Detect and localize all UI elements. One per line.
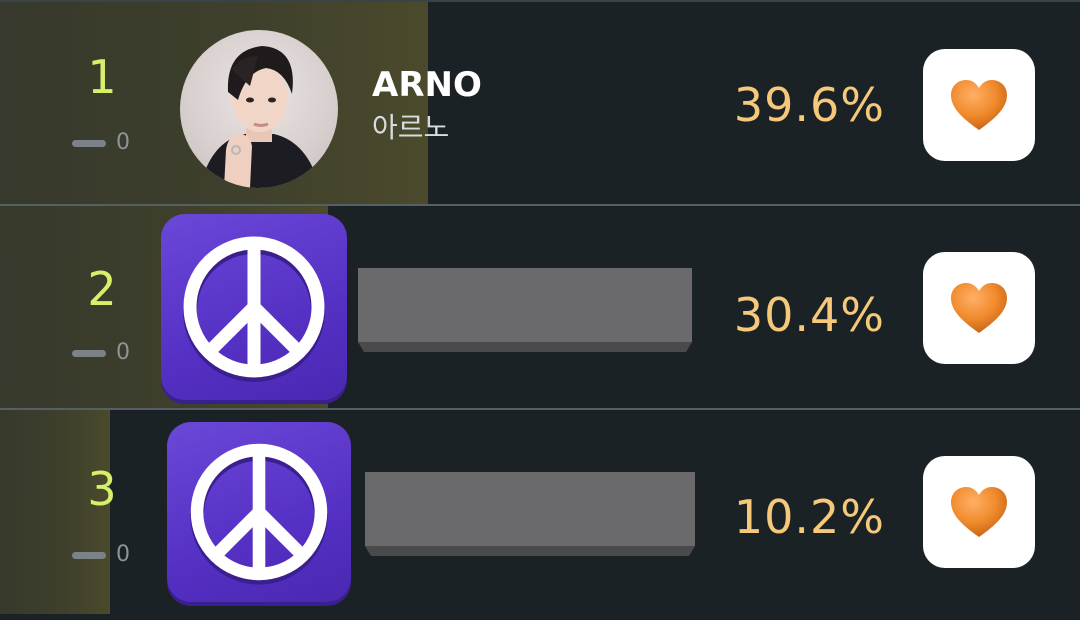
vote-heart-button[interactable] [923,252,1035,364]
rank-change-value: 0 [116,340,130,365]
rank-change: 0 [72,342,130,364]
no-change-dash-icon [72,551,106,559]
no-change-dash-icon [72,349,106,357]
avatar[interactable] [161,214,347,400]
rank-change: 0 [72,544,130,566]
avatar[interactable] [180,30,338,188]
candidate-name-korean: 아르노 [372,111,450,144]
no-change-dash-icon [72,139,106,147]
vote-percentage: 39.6% [733,78,885,132]
vote-percentage: 30.4% [733,288,885,342]
peace-icon [190,443,328,585]
vote-percentage: 10.2% [733,490,885,544]
heart-icon [951,80,1007,130]
rank-number: 3 [87,462,117,516]
candidate-name-block: ARNO 아르노 [372,68,482,142]
ranking-list: 1 0 ARNO 아르노 39.6% 2 0 30.4% 3 0 10.2% [0,0,1080,620]
rank-column: 2 0 [70,206,134,408]
ranking-row[interactable]: 1 0 ARNO 아르노 39.6% [0,2,1080,206]
rank-change-value: 0 [116,130,130,155]
ranking-row[interactable]: 3 0 10.2% [0,410,1080,614]
ranking-row[interactable]: 2 0 30.4% [0,206,1080,410]
vote-heart-button[interactable] [923,49,1035,161]
redacted-name-bar [356,268,694,352]
heart-icon [951,283,1007,333]
vote-heart-button[interactable] [923,456,1035,568]
rank-column: 3 0 [70,410,134,614]
redacted-name-bar [363,472,697,556]
avatar[interactable] [167,422,351,602]
rank-column: 1 0 [70,2,134,204]
heart-icon [951,487,1007,537]
rank-number: 1 [87,50,117,104]
rank-number: 2 [87,262,117,316]
candidate-name: ARNO [372,65,482,105]
rank-change-value: 0 [116,542,130,567]
peace-icon [183,236,325,382]
rank-change: 0 [72,132,130,154]
